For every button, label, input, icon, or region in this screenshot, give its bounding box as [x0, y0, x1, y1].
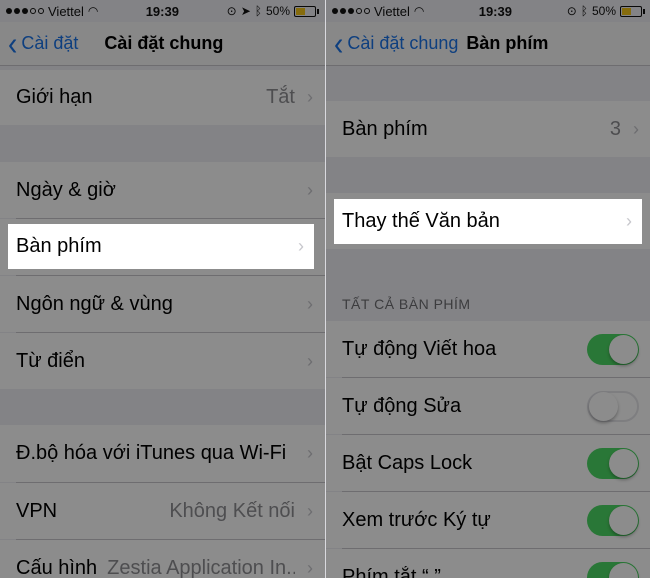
keyboards-count: 3 [609, 117, 621, 140]
toggle-label: Phím tắt “.” [342, 565, 441, 578]
keyboard-highlight-label: Bàn phím [16, 235, 102, 257]
back-label: Cài đặt [21, 33, 79, 53]
toggle-label: Xem trước Ký tự [342, 508, 491, 531]
character-preview-row: Xem trước Ký tự [326, 492, 650, 548]
language-region-row[interactable]: Ngôn ngữ & vùng › [0, 276, 325, 332]
section-header: TẤT CẢ BÀN PHÍM [342, 296, 471, 312]
screen: Viettel ◠ 19:39 ⊙ ➤ ᛒ 50% ‹ Cài đặt Cài … [0, 0, 650, 578]
chevron-right-icon: › [307, 179, 313, 200]
signal-icon [6, 8, 44, 14]
back-button[interactable]: ‹ Cài đặt [0, 24, 79, 62]
profile-value: Zestia Application In... [107, 556, 295, 578]
dictionary-label: Từ điển [16, 349, 85, 372]
bluetooth-icon: ᛒ [580, 4, 588, 18]
period-shortcut-toggle[interactable] [587, 561, 639, 578]
vpn-label: VPN [16, 499, 58, 522]
profile-label: Cấu hình [16, 556, 98, 578]
itunes-sync-row[interactable]: Đ.bộ hóa với iTunes qua Wi-Fi › [0, 425, 325, 482]
chevron-right-icon: › [633, 118, 639, 139]
keyboard-settings-panel: Viettel ◠ 19:39 ⊙ ᛒ 50% ‹ Cài đặt chung … [325, 0, 650, 578]
toggle-label: Tự động Viết hoa [342, 337, 497, 360]
carrier-label: Viettel [48, 3, 84, 19]
keyboards-label: Bàn phím [342, 117, 428, 140]
wifi-icon: ◠ [413, 4, 425, 18]
battery-percent: 50% [591, 4, 616, 18]
chevron-right-icon: › [307, 293, 313, 314]
vpn-row[interactable]: VPN Không Kết nối › [0, 483, 325, 539]
chevron-right-icon: › [626, 211, 632, 231]
location-icon: ➤ [240, 4, 251, 18]
status-bar: Viettel ◠ 19:39 ⊙ ᛒ 50% [326, 0, 650, 22]
toggle-label: Tự động Sửa [342, 394, 462, 417]
chevron-right-icon: › [307, 557, 313, 578]
language-region-label: Ngôn ngữ & vùng [16, 292, 173, 315]
period-shortcut-row: Phím tắt “.” [326, 549, 650, 578]
dictionary-row[interactable]: Từ điển › [0, 333, 325, 389]
chevron-right-icon: › [307, 500, 313, 521]
caps-lock-row: Bật Caps Lock [326, 435, 650, 491]
date-time-label: Ngày & giờ [16, 178, 116, 201]
battery-icon [294, 5, 319, 17]
back-label: Cài đặt chung [347, 33, 459, 53]
restrictions-row[interactable]: Giới hạn Tắt › [0, 70, 325, 125]
nav-bar: ‹ Cài đặt Cài đặt chung [0, 22, 325, 66]
chevron-left-icon: ‹ [334, 24, 344, 62]
clock: 19:39 [478, 3, 512, 19]
nav-bar: ‹ Cài đặt chung Bàn phím [326, 22, 650, 66]
back-button[interactable]: ‹ Cài đặt chung [326, 24, 459, 62]
page-title: Bàn phím [466, 33, 549, 53]
chevron-right-icon: › [307, 443, 313, 463]
general-settings-panel: Viettel ◠ 19:39 ⊙ ➤ ᛒ 50% ‹ Cài đặt Cài … [0, 0, 325, 578]
battery-percent: 50% [265, 4, 290, 18]
page-title: Cài đặt chung [104, 33, 224, 53]
auto-correction-toggle[interactable] [587, 390, 639, 422]
wifi-icon: ◠ [87, 4, 99, 18]
profile-row[interactable]: Cấu hình Zestia Application In... › [0, 540, 325, 578]
auto-capitalization-row: Tự động Viết hoa [326, 321, 650, 377]
clock: 19:39 [145, 3, 179, 19]
chevron-left-icon: ‹ [8, 24, 18, 62]
caps-lock-toggle[interactable] [587, 447, 639, 479]
battery-icon [620, 5, 645, 17]
vpn-value: Không Kết nối [169, 499, 295, 522]
signal-icon [332, 8, 370, 14]
restrictions-label: Giới hạn [16, 86, 93, 108]
chevron-right-icon: › [307, 87, 313, 107]
toggle-label: Bật Caps Lock [342, 451, 473, 474]
auto-correction-row: Tự động Sửa [326, 378, 650, 434]
lock-rotation-icon: ⊙ [566, 4, 577, 18]
text-replacement-highlight[interactable]: Thay thế Văn bản › [334, 199, 642, 244]
itunes-sync-label: Đ.bộ hóa với iTunes qua Wi-Fi [16, 442, 287, 464]
text-replacement-highlight-label: Thay thế Văn bản [342, 210, 500, 232]
restrictions-value: Tắt [266, 86, 295, 108]
chevron-right-icon: › [307, 350, 313, 371]
keyboard-highlight[interactable]: Bàn phím › [8, 224, 314, 269]
chevron-right-icon: › [298, 236, 304, 256]
keyboards-row[interactable]: Bàn phím 3 › [326, 101, 650, 157]
date-time-row[interactable]: Ngày & giờ › [0, 162, 325, 218]
character-preview-toggle[interactable] [587, 504, 639, 536]
auto-capitalization-toggle[interactable] [587, 333, 639, 365]
lock-rotation-icon: ⊙ [226, 4, 237, 18]
bluetooth-icon: ᛒ [254, 4, 262, 18]
carrier-label: Viettel [374, 3, 410, 19]
status-bar: Viettel ◠ 19:39 ⊙ ➤ ᛒ 50% [0, 0, 325, 22]
